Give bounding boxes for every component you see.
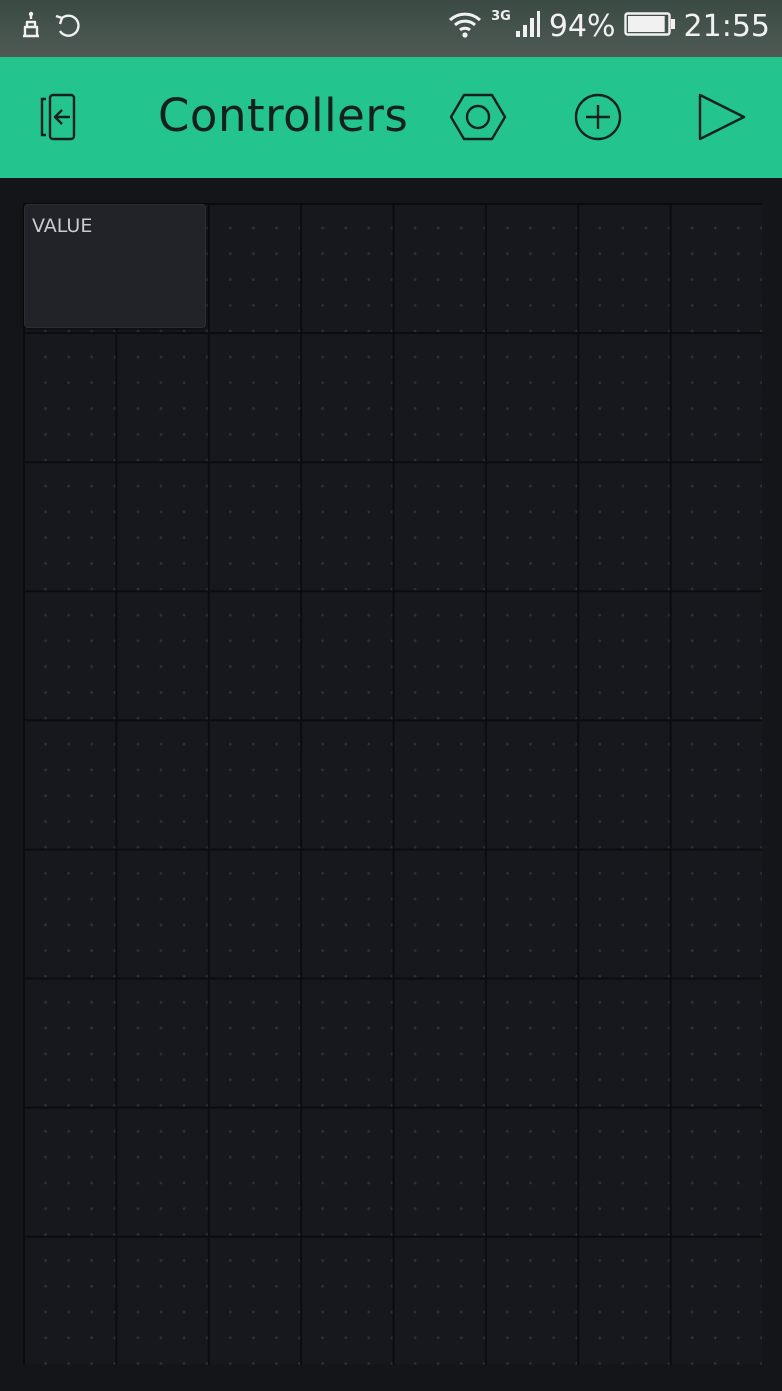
widget-canvas[interactable]: VALUE	[0, 178, 782, 1391]
exit-icon	[40, 93, 76, 141]
signal-icon	[515, 9, 541, 44]
network-type: 3G	[491, 9, 511, 24]
play-button[interactable]	[690, 87, 750, 147]
settings-button[interactable]	[448, 87, 508, 147]
add-widget-button[interactable]	[568, 87, 628, 147]
add-circle-icon	[574, 93, 622, 141]
wifi-icon	[447, 8, 483, 45]
status-bar: 3G 94% 21:55	[0, 0, 782, 57]
app-bar: Controllers	[0, 57, 782, 178]
settings-hex-icon	[449, 93, 507, 141]
widget-label: VALUE	[32, 215, 93, 237]
status-right-icons: 3G 94% 21:55	[447, 8, 770, 45]
battery-icon	[623, 11, 676, 42]
status-left-icons	[18, 10, 82, 47]
play-icon	[698, 93, 746, 141]
sync-icon	[54, 10, 82, 47]
clock: 21:55	[683, 9, 770, 44]
value-display-widget[interactable]: VALUE	[24, 204, 206, 328]
page-title: Controllers	[158, 89, 409, 142]
battery-percent: 94%	[548, 9, 616, 44]
canvas-grid[interactable]	[23, 203, 762, 1365]
usb-debug-icon	[18, 10, 44, 47]
exit-button[interactable]	[32, 87, 92, 147]
